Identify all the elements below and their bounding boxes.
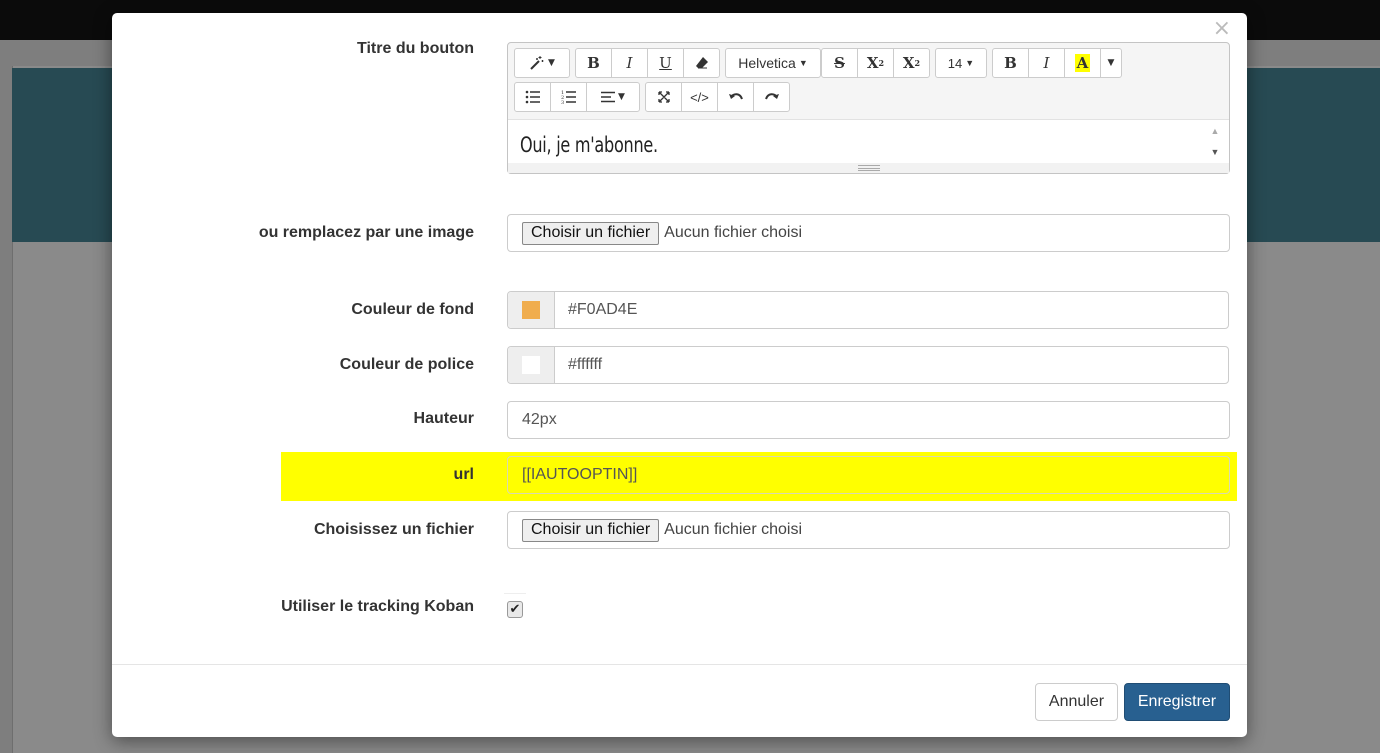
highlight-color-button[interactable]: A: [1064, 48, 1101, 78]
font-size-value: 14: [947, 55, 963, 71]
undo-icon[interactable]: [717, 82, 754, 112]
code-view-icon[interactable]: </>: [681, 82, 718, 112]
choose-file-button[interactable]: Choisir un fichier: [522, 518, 660, 542]
modal-footer: Annuler Enregistrer: [112, 664, 1247, 737]
svg-text:3: 3: [561, 100, 564, 104]
font-color-swatch[interactable]: [522, 356, 540, 374]
tracking-checkbox[interactable]: ✔: [507, 601, 523, 618]
italic-button-2[interactable]: I: [1028, 48, 1065, 78]
subscript-letter: X: [902, 54, 915, 72]
magic-wand-icon[interactable]: ▼: [514, 48, 570, 78]
redo-icon[interactable]: [753, 82, 790, 112]
bg-color-value[interactable]: #F0AD4E: [568, 301, 637, 319]
bold-button[interactable]: B: [575, 48, 612, 78]
editor-content-area[interactable]: Oui, je m'abonne. ▲ ▼: [508, 119, 1229, 163]
font-color-label: Couleur de police: [339, 356, 474, 373]
editor-content-text[interactable]: Oui, je m'abonne.: [520, 133, 658, 157]
highlight-color-dropdown[interactable]: ▼: [1100, 48, 1122, 78]
strikethrough-button[interactable]: S: [821, 48, 858, 78]
font-color-value[interactable]: #ffffff: [568, 356, 602, 374]
bg-color-picker[interactable]: [508, 292, 555, 328]
scroll-down-icon[interactable]: ▼: [1209, 147, 1221, 157]
rich-text-editor: ▼ B I U Helvetica ▼ S X2 X 2 14 ▼ B I A …: [507, 42, 1230, 174]
image-file-input[interactable]: Choisir un fichier Aucun fichier choisi: [507, 214, 1230, 252]
file-label: Choisissez un fichier: [313, 521, 474, 538]
resize-grip-icon[interactable]: [858, 165, 880, 171]
fullscreen-icon[interactable]: [645, 82, 682, 112]
url-value[interactable]: [[IAUTOOPTIN]]: [522, 466, 637, 484]
checkmark-icon: ✔: [509, 602, 521, 617]
image-choose-file-button[interactable]: Choisir un fichier: [522, 221, 660, 245]
font-color-picker[interactable]: [508, 347, 555, 383]
tracking-label: Utiliser le tracking Koban: [281, 598, 474, 615]
close-icon[interactable]: ×: [1213, 18, 1231, 40]
ordered-list-icon[interactable]: 123: [550, 82, 587, 112]
font-size-dropdown[interactable]: 14 ▼: [935, 48, 987, 78]
eraser-icon[interactable]: [683, 48, 720, 78]
url-label: url: [453, 466, 474, 483]
image-file-status: Aucun fichier choisi: [664, 224, 802, 241]
button-settings-modal: × Titre du bouton ▼ B I U Helvetica ▼ S …: [112, 13, 1247, 737]
save-button[interactable]: Enregistrer: [1124, 683, 1230, 721]
superscript-letter: X: [866, 54, 879, 72]
file-status: Aucun fichier choisi: [664, 521, 802, 538]
scroll-up-icon[interactable]: ▲: [1209, 126, 1221, 136]
bg-color-label: Couleur de fond: [351, 301, 474, 318]
underline-button[interactable]: U: [647, 48, 684, 78]
unordered-list-icon[interactable]: [514, 82, 551, 112]
height-value[interactable]: 42px: [522, 411, 557, 429]
cancel-button[interactable]: Annuler: [1035, 683, 1118, 721]
height-input[interactable]: 42px: [507, 401, 1230, 439]
editor-resize-handle[interactable]: [508, 163, 1229, 173]
subscript-button[interactable]: X2: [893, 48, 930, 78]
editor-toolbar-row-1: ▼ B I U Helvetica ▼ S X2 X 2 14 ▼ B I A …: [514, 48, 1127, 78]
bg-color-swatch[interactable]: [522, 301, 540, 319]
button-title-label: Titre du bouton: [356, 40, 474, 57]
italic-button[interactable]: I: [611, 48, 648, 78]
highlight-letter: A: [1074, 54, 1091, 72]
editor-toolbar-row-2: 123 ▼ </>: [514, 82, 795, 112]
font-family-value: Helvetica: [738, 55, 796, 71]
bold-button-2[interactable]: B: [992, 48, 1029, 78]
image-label: ou remplacez par une image: [258, 224, 474, 241]
superscript-button[interactable]: X2: [857, 48, 894, 78]
file-input[interactable]: Choisir un fichier Aucun fichier choisi: [507, 511, 1230, 549]
bg-color-input[interactable]: #F0AD4E: [507, 291, 1229, 329]
paragraph-align-dropdown[interactable]: ▼: [586, 82, 640, 112]
font-color-input[interactable]: #ffffff: [507, 346, 1229, 384]
height-label: Hauteur: [413, 410, 474, 427]
url-input[interactable]: [[IAUTOOPTIN]]: [507, 456, 1230, 494]
font-family-dropdown[interactable]: Helvetica ▼: [725, 48, 821, 78]
